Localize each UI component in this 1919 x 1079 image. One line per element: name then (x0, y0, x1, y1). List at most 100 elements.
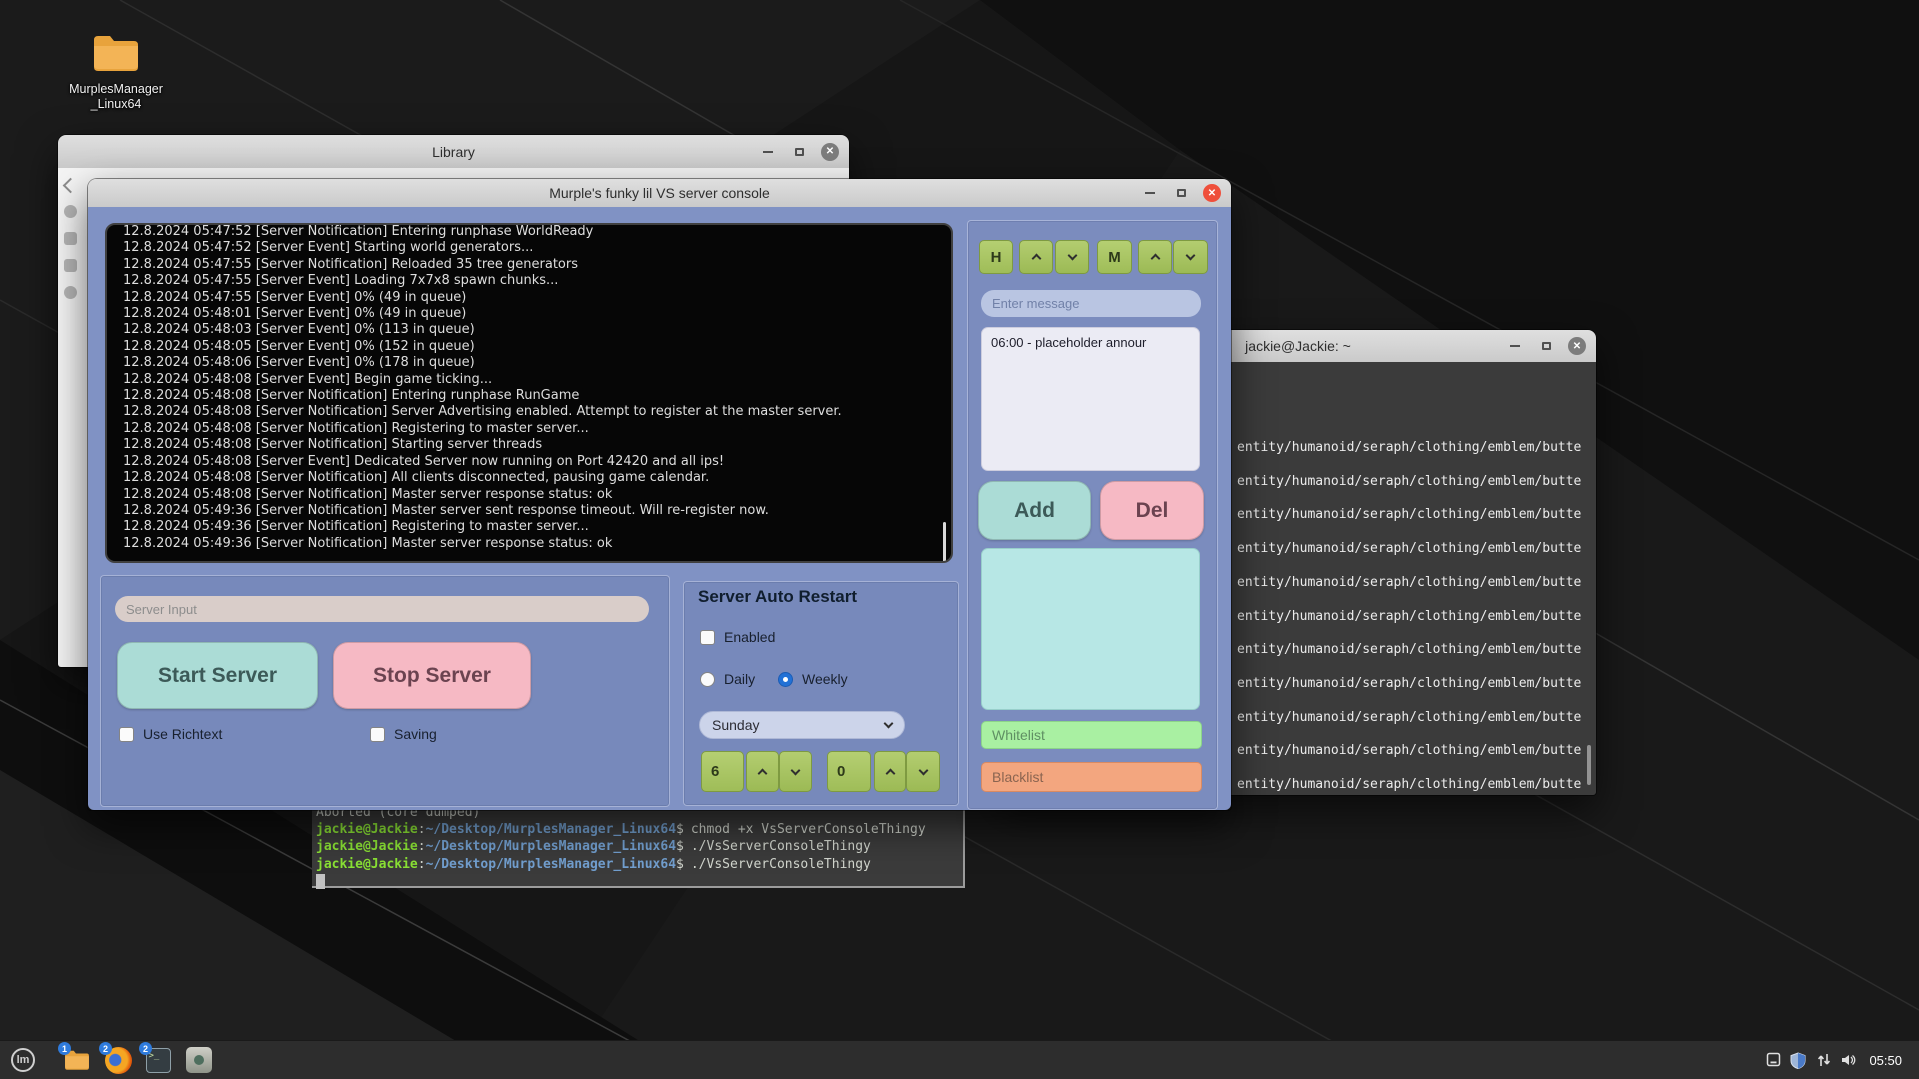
console-log-line: 12.8.2024 05:49:36 [Server Notification]… (123, 519, 941, 535)
saving-checkbox[interactable]: Saving (370, 726, 437, 742)
terminal-launcher[interactable]: 2 >_ (143, 1045, 173, 1075)
sidebar-icon[interactable] (64, 205, 77, 218)
blacklist-button[interactable]: Blacklist (981, 762, 1202, 792)
close-icon (1203, 184, 1221, 202)
restart-hour-value[interactable]: 6 (701, 751, 744, 792)
desktop-icon-murplesmanager[interactable]: MurplesManager _Linux64 (63, 33, 169, 112)
chevron-up-icon (1150, 254, 1160, 264)
app-icon (186, 1047, 212, 1073)
tray-volume-icon[interactable] (1840, 1052, 1857, 1073)
prompt-path: ~/Desktop/MurplesManager_Linux64 (426, 822, 676, 837)
library-window-title: Library (432, 144, 475, 160)
announce-minute-up-button[interactable] (1138, 240, 1172, 274)
library-window-titlebar[interactable]: Library (58, 135, 849, 169)
whitelist-button[interactable]: Whitelist (981, 721, 1202, 749)
announce-hour-down-button[interactable] (1055, 240, 1089, 274)
minimize-button[interactable] (1138, 182, 1162, 204)
announce-hour-up-button[interactable] (1019, 240, 1053, 274)
restart-hour-down-button[interactable] (779, 751, 812, 792)
server-console-window[interactable]: Murple's funky lil VS server console 12.… (88, 179, 1231, 810)
stop-server-button[interactable]: Stop Server (333, 642, 531, 709)
announce-minute-down-button[interactable] (1173, 240, 1208, 274)
terminal-output-line: entity/humanoid/seraph/clothing/emblem/b… (1237, 498, 1582, 532)
maximize-button[interactable] (787, 141, 811, 163)
console-log-line: 12.8.2024 05:48:08 [Server Notification]… (123, 487, 941, 503)
firefox-launcher[interactable]: 2 (103, 1045, 133, 1075)
restart-hour-up-button[interactable] (746, 751, 779, 792)
day-dropdown[interactable]: Sunday (699, 711, 905, 739)
main-window-title: Murple's funky lil VS server console (549, 185, 770, 201)
radio-icon-selected (778, 672, 793, 687)
taskbar-clock[interactable]: 05:50 (1869, 1041, 1902, 1079)
console-log-line: 12.8.2024 05:48:08 [Server Notification]… (123, 421, 941, 437)
auto-restart-enabled-checkbox[interactable]: Enabled (700, 629, 775, 645)
terminal-output-line: entity/humanoid/seraph/clothing/emblem/b… (1237, 532, 1582, 566)
terminal-cursor (316, 874, 325, 889)
chevron-down-icon (1067, 251, 1077, 261)
desktop-icon-label-line1: MurplesManager (63, 82, 169, 97)
scrollbar-thumb[interactable] (1587, 745, 1591, 785)
terminal-title: jackie@Jackie: ~ (1245, 338, 1351, 354)
file-manager-launcher[interactable]: 1 (62, 1045, 92, 1075)
back-arrow-icon[interactable] (63, 178, 79, 194)
mint-menu-button[interactable]: lm (8, 1045, 38, 1075)
console-log-line: 12.8.2024 05:47:55 [Server Event] 0% (49… (123, 290, 941, 306)
chevron-up-icon (758, 768, 768, 778)
weekly-radio[interactable]: Weekly (778, 671, 848, 687)
window-count-badge: 2 (139, 1042, 152, 1055)
scrollbar-thumb[interactable] (943, 522, 946, 562)
sidebar-icon[interactable] (64, 259, 77, 272)
daily-radio[interactable]: Daily (700, 671, 755, 687)
console-log-line: 12.8.2024 05:48:08 [Server Notification]… (123, 437, 941, 453)
tray-firewall-shield-icon[interactable] (1790, 1052, 1806, 1074)
terminal-command-line: jackie@Jackie:~/Desktop/MurplesManager_L… (316, 821, 963, 838)
terminal-command-line: jackie@Jackie:~/Desktop/MurplesManager_L… (316, 856, 963, 873)
console-log-line: 12.8.2024 05:48:08 [Server Event] Dedica… (123, 454, 941, 470)
console-log-line: 12.8.2024 05:48:01 [Server Event] 0% (49… (123, 306, 941, 322)
radio-label: Daily (724, 671, 755, 687)
restart-minute-down-button[interactable] (906, 751, 940, 792)
tray-display-icon[interactable] (1766, 1052, 1781, 1072)
prompt-user: jackie@Jackie (316, 822, 418, 837)
sidebar-icon[interactable] (64, 232, 77, 245)
message-input[interactable] (981, 290, 1201, 317)
announce-hour-label[interactable]: H (979, 240, 1013, 274)
use-richtext-checkbox[interactable]: Use Richtext (119, 726, 222, 742)
close-button[interactable] (1565, 335, 1589, 357)
checkbox-label: Enabled (724, 629, 775, 645)
server-console-launcher[interactable] (184, 1045, 214, 1075)
auto-restart-title: Server Auto Restart (698, 587, 857, 607)
start-server-button[interactable]: Start Server (117, 642, 318, 709)
terminal-output-line: entity/humanoid/seraph/clothing/emblem/b… (1237, 734, 1582, 768)
server-console-log: 12.8.2024 05:47:52 [Server Notification]… (105, 223, 953, 563)
announcements-list[interactable]: 06:00 - placeholder annour (981, 327, 1200, 471)
folder-icon (92, 33, 140, 73)
terminal-output-line: entity/humanoid/seraph/clothing/emblem/b… (1237, 701, 1582, 735)
announce-minute-label[interactable]: M (1097, 240, 1132, 274)
player-list[interactable] (981, 548, 1200, 710)
maximize-button[interactable] (1534, 335, 1558, 357)
window-count-badge: 1 (58, 1042, 71, 1055)
server-input[interactable] (115, 596, 649, 622)
sidebar-icon[interactable] (64, 286, 77, 299)
del-button[interactable]: Del (1100, 481, 1204, 540)
maximize-button[interactable] (1169, 182, 1193, 204)
restart-minute-up-button[interactable] (874, 751, 906, 792)
terminal-output-line: entity/humanoid/seraph/clothing/emblem/b… (1237, 566, 1582, 600)
radio-label: Weekly (802, 671, 848, 687)
restart-minute-value[interactable]: 0 (827, 751, 871, 792)
terminal-output-line: entity/humanoid/seraph/clothing/emblem/b… (1237, 633, 1582, 667)
terminal-window-bottom[interactable]: Aborted (core dumped) jackie@Jackie:~/De… (312, 802, 965, 888)
tray-network-icon[interactable] (1816, 1052, 1832, 1073)
chevron-down-icon (884, 719, 894, 729)
console-log-line: 12.8.2024 05:47:55 [Server Event] Loadin… (123, 273, 941, 289)
add-button[interactable]: Add (978, 481, 1091, 540)
close-button[interactable] (818, 141, 842, 163)
minimize-button[interactable] (1503, 335, 1527, 357)
mint-logo-icon: lm (11, 1048, 35, 1072)
announcement-item[interactable]: 06:00 - placeholder annour (982, 328, 1199, 350)
minimize-button[interactable] (756, 141, 780, 163)
close-button[interactable] (1200, 182, 1224, 204)
checkbox-icon (119, 727, 134, 742)
main-window-titlebar[interactable]: Murple's funky lil VS server console (88, 179, 1231, 208)
